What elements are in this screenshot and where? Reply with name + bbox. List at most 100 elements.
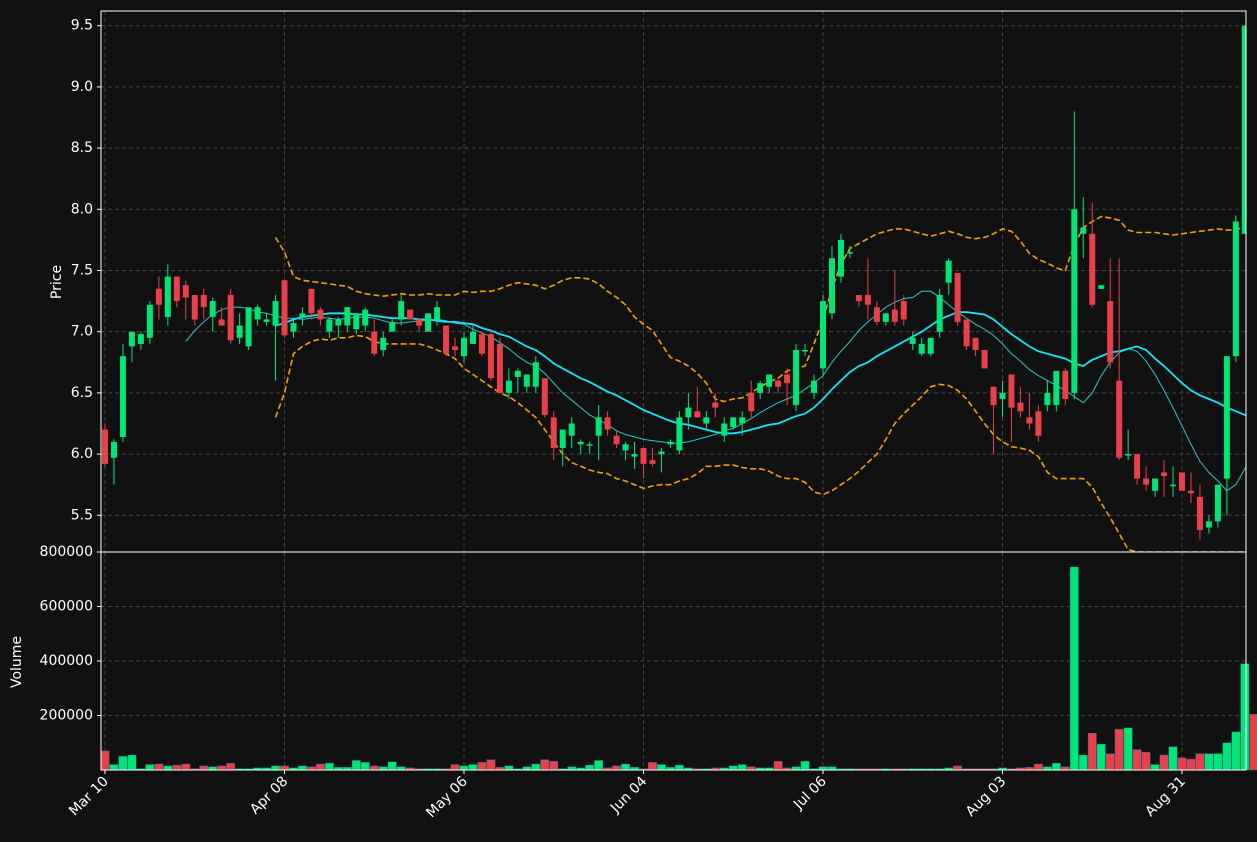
price-tick-label: 7.5 — [71, 262, 93, 278]
candle-body — [281, 280, 288, 336]
candle-body — [344, 307, 351, 326]
volume-bar — [657, 764, 666, 771]
price-tick-label: 9.0 — [71, 79, 93, 95]
volume-bar — [1105, 753, 1115, 771]
volume-tick-label: 200000 — [40, 708, 93, 724]
candle-body — [909, 337, 916, 344]
stock-chart: 5.5 6.0 6.5 7.0 7.5 8.0 8.5 9.0 9.5 200000 400000… — [0, 0, 1257, 842]
candle-body — [631, 454, 638, 457]
volume-bar — [773, 761, 783, 771]
volume-bar — [1186, 758, 1196, 771]
candle-body — [1125, 454, 1132, 456]
candle-body — [245, 307, 252, 347]
candle-body — [469, 331, 476, 344]
volume-bar — [486, 759, 496, 771]
candle-body — [308, 288, 315, 314]
candle-body — [820, 301, 826, 369]
volume-bar — [675, 764, 684, 771]
volume-bar — [1195, 753, 1205, 771]
candle-body — [846, 252, 853, 254]
candle-body — [1107, 301, 1114, 363]
candle-body — [855, 294, 862, 302]
candle-body — [353, 313, 360, 330]
price-tick-label: 9.5 — [71, 18, 93, 34]
candle-body — [398, 301, 405, 320]
candle-body — [173, 276, 180, 302]
volume-bar — [181, 763, 191, 771]
candle-body — [461, 337, 467, 357]
volume-tick-label: 800000 — [40, 544, 93, 560]
volume-bar — [1051, 762, 1061, 771]
candle-body — [613, 435, 620, 445]
volume-tick-label: 400000 — [40, 653, 93, 669]
candle-body — [110, 441, 117, 458]
candle-body — [1205, 521, 1212, 528]
candle-body — [766, 374, 773, 387]
volume-bar — [1123, 727, 1133, 771]
candle-body — [954, 272, 961, 322]
volume-bar — [271, 765, 280, 771]
volume-bar — [154, 763, 164, 771]
candle-body — [1214, 484, 1221, 522]
candle-body — [1134, 454, 1141, 479]
candle-body — [1170, 484, 1177, 487]
candle-body — [1026, 417, 1033, 424]
price-tick-label: 5.5 — [71, 507, 93, 523]
volume-bar — [199, 765, 209, 771]
volume-bar — [477, 762, 487, 771]
volume-tick-label: 600000 — [40, 599, 93, 615]
candle-body — [155, 288, 162, 305]
candle-body — [514, 370, 521, 377]
volume-bar — [387, 761, 397, 771]
candle-body — [837, 239, 844, 277]
candle-body — [532, 362, 539, 387]
volume-bar — [728, 765, 738, 771]
candle-body — [828, 258, 835, 314]
volume-bar — [450, 764, 460, 771]
volume-bar — [737, 764, 747, 771]
volume-bar — [369, 765, 379, 771]
volume-bar — [504, 765, 514, 771]
candle-body — [380, 337, 387, 351]
candle-body — [227, 294, 234, 341]
candle-body — [685, 407, 692, 418]
price-tick-label: 8.0 — [71, 201, 93, 217]
candle-body — [371, 331, 378, 354]
volume-bar — [621, 763, 630, 771]
candle-body — [487, 334, 494, 379]
candle-body — [1017, 402, 1024, 412]
volume-bar — [1204, 753, 1214, 771]
candle-body — [658, 451, 665, 455]
volume-bar — [163, 765, 173, 771]
volume-bar — [1114, 728, 1124, 771]
candle-body — [873, 307, 880, 322]
volume-bar — [1150, 764, 1160, 771]
volume-bar — [540, 759, 550, 771]
candle-body — [1080, 227, 1087, 234]
candle-body — [1035, 411, 1042, 436]
volume-bar — [226, 762, 236, 771]
volume-bar — [1213, 753, 1223, 771]
candle-body — [918, 343, 925, 354]
candle-body — [730, 417, 737, 428]
volume-bar — [127, 754, 137, 771]
candle-body — [1116, 380, 1123, 458]
candle-body — [362, 309, 369, 326]
candle-body — [425, 313, 432, 332]
candle-body — [182, 285, 189, 298]
volume-bar — [298, 765, 307, 771]
candle-body — [703, 417, 710, 424]
candle-body — [882, 313, 889, 322]
candle-body — [604, 417, 611, 430]
candle-body — [1062, 370, 1069, 400]
candle-body — [721, 423, 728, 436]
volume-bar — [1096, 743, 1106, 771]
volume-bar — [459, 765, 469, 771]
candle-body — [1223, 356, 1230, 479]
candle-body — [990, 386, 997, 406]
price-tick-label: 6.0 — [71, 446, 93, 462]
volume-bar — [1159, 754, 1169, 771]
price-tick-label: 7.0 — [71, 324, 93, 340]
candle-body — [290, 323, 297, 332]
volume-bar — [1033, 763, 1043, 771]
